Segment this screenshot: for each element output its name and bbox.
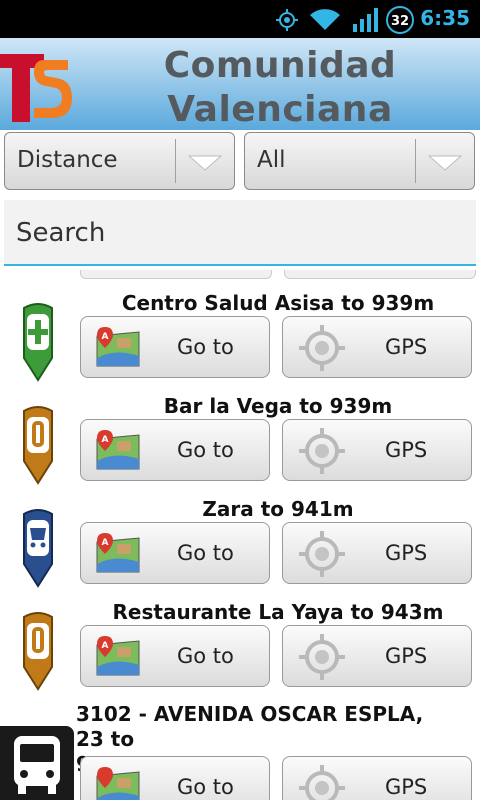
spinner-divider [415,139,416,183]
sort-spinner-value: Distance [17,147,118,173]
app-logo [0,54,72,122]
svg-text:A: A [102,332,109,342]
goto-button[interactable]: A Go to [80,316,270,378]
crosshair-icon [299,765,345,800]
dropdown-arrow-icon [188,155,222,171]
gps-button[interactable]: GPS [282,625,472,687]
place-title: Bar la Vega to 939m [163,394,393,418]
search-input[interactable]: Search [4,200,476,266]
goto-button[interactable]: Go to [80,756,270,800]
wifi-icon [310,9,340,30]
gps-label: GPS [385,644,428,668]
gps-button[interactable]: GPS [282,522,472,584]
status-bar: 32 6:35 [0,0,480,38]
list-item: Bar la Vega to 939m A Go to GPS [0,394,480,498]
map-icon: A [96,430,140,470]
bus-icon [14,736,60,794]
goto-button[interactable]: A Go to [80,625,270,687]
map-icon: A [96,327,140,367]
map-icon: A [96,636,140,676]
gps-label: GPS [385,335,428,359]
gps-icon [276,9,298,31]
crosshair-icon [299,325,345,371]
search-placeholder: Search [16,218,106,248]
list-scroll-edge [284,270,476,279]
list-scroll-edge [80,270,272,279]
goto-button[interactable]: A Go to [80,522,270,584]
gps-label: GPS [385,775,428,799]
signal-icon [353,8,378,32]
list-item: Centro Salud Asisa to 939m A Go to GPS [0,291,480,395]
gps-label: GPS [385,541,428,565]
health-cross-pin-icon [23,303,53,382]
crosshair-icon [299,428,345,474]
gps-button[interactable]: GPS [282,419,472,481]
battery-icon: 32 [386,6,414,34]
gps-button[interactable]: GPS [282,316,472,378]
goto-label: Go to [177,775,234,799]
app-header: Comunidad Valenciana [0,38,480,130]
sort-spinner[interactable]: Distance [4,132,235,190]
region-title-line1: Comunidad [163,45,397,86]
dropdown-arrow-icon [428,155,462,171]
goto-label: Go to [177,335,234,359]
spinner-divider [175,139,176,183]
goto-label: Go to [177,541,234,565]
gps-button[interactable]: GPS [282,756,472,800]
gps-label: GPS [385,438,428,462]
list-item: Zara to 941m A Go to GPS [0,497,480,601]
place-title: Zara to 941m [202,497,354,521]
map-icon: A [96,533,140,573]
place-title-line1: 3102 - AVENIDA OSCAR ESPLA, 23 to [76,706,424,751]
crosshair-icon [299,531,345,577]
list-item: Restaurante La Yaya to 943m A Go to GPS [0,600,480,704]
place-title: Restaurante La Yaya to 943m [112,600,444,624]
category-spinner[interactable]: All [244,132,475,190]
bar-pin-icon [23,406,53,485]
svg-text:A: A [102,641,109,651]
svg-text:A: A [102,538,109,548]
crosshair-icon [299,634,345,680]
place-title: Centro Salud Asisa to 939m [121,291,435,315]
goto-button[interactable]: A Go to [80,419,270,481]
goto-label: Go to [177,644,234,668]
region-title-line2: Valenciana [167,89,393,130]
clock: 6:35 [420,6,470,30]
restaurant-pin-icon [23,612,53,691]
region-title: Comunidad Valenciana [120,44,440,132]
category-spinner-value: All [257,147,286,173]
goto-label: Go to [177,438,234,462]
svg-text:A: A [102,435,109,445]
map-icon [96,767,140,800]
shopping-cart-pin-icon [23,509,53,588]
bus-stop-button[interactable] [0,726,74,800]
